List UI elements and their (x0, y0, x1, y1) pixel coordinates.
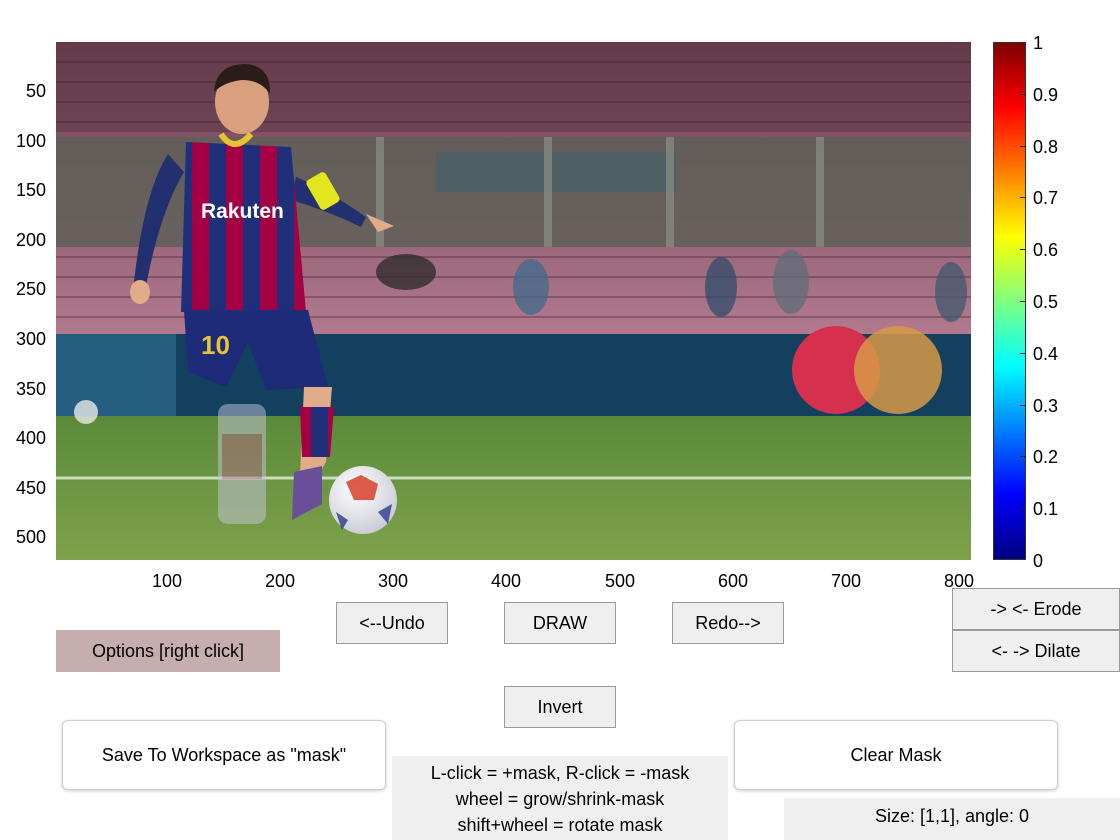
colorbar-tick (1020, 301, 1026, 302)
options-button[interactable]: Options [right click] (56, 630, 280, 672)
y-tick-label: 450 (15, 478, 46, 498)
colorbar-tick-label: 0 (1033, 551, 1044, 571)
x-tick-label: 200 (264, 571, 296, 591)
instructions-panel: L-click = +mask, R-click = -mask wheel =… (392, 756, 728, 840)
y-tick-label: 500 (15, 527, 46, 547)
x-tick-label: 300 (377, 571, 409, 591)
instruction-line: L-click = +mask, R-click = -mask (430, 763, 690, 783)
colorbar-tick-label: 0.2 (1033, 447, 1059, 467)
photo-canvas[interactable]: Rakuten 10 (56, 42, 971, 560)
y-tick-label: 300 (15, 329, 46, 349)
colorbar-tick-label: 1 (1033, 33, 1044, 53)
colorbar-tick (1020, 42, 1026, 43)
instruction-line: wheel = grow/shrink-mask (455, 789, 665, 809)
y-tick-label: 350 (15, 379, 46, 399)
colorbar-tick-label: 0.7 (1033, 188, 1059, 208)
y-tick-label: 200 (15, 230, 46, 250)
erode-button[interactable]: -> <- Erode (952, 588, 1120, 630)
x-tick-label: 400 (490, 571, 522, 591)
y-tick-label: 50 (25, 81, 46, 101)
colorbar-tick (1020, 94, 1026, 95)
pitch (56, 416, 971, 560)
colorbar-tick-label: 0.6 (1033, 240, 1059, 260)
y-tick-label: 100 (15, 131, 46, 151)
colorbar-tick-label: 0.8 (1033, 137, 1059, 157)
redo-button[interactable]: Redo--> (672, 602, 784, 644)
clear-mask-button[interactable]: Clear Mask (734, 720, 1058, 790)
y-tick-label: 400 (15, 428, 46, 448)
colorbar-tick (1020, 508, 1026, 509)
colorbar-tick (1020, 197, 1026, 198)
y-tick-label: 250 (15, 279, 46, 299)
colorbar-tick (1020, 405, 1026, 406)
mask-overlay (218, 404, 266, 524)
colorbar-tick-label: 0.1 (1033, 499, 1059, 519)
jersey-sponsor: Rakuten (201, 200, 284, 223)
y-tick-label: 150 (15, 180, 46, 200)
status-readout: Size: [1,1], angle: 0 (784, 798, 1120, 840)
instruction-line: shift+wheel = rotate mask (457, 815, 663, 835)
colorbar-tick (1020, 456, 1026, 457)
colorbar-tick-label: 0.5 (1033, 292, 1059, 312)
colorbar-tick (1020, 353, 1026, 354)
colorbar-tick-label: 0.4 (1033, 344, 1059, 364)
dilate-button[interactable]: <- -> Dilate (952, 630, 1120, 672)
save-to-workspace-button[interactable]: Save To Workspace as "mask" (62, 720, 386, 790)
colorbar-tick (1020, 146, 1026, 147)
x-tick-label: 500 (604, 571, 636, 591)
colorbar-tick-label: 0.3 (1033, 396, 1059, 416)
x-tick-label: 700 (830, 571, 862, 591)
draw-button[interactable]: DRAW (504, 602, 616, 644)
colorbar-tick (1020, 249, 1026, 250)
x-tick-label: 100 (151, 571, 183, 591)
invert-button[interactable]: Invert (504, 686, 616, 728)
x-tick-label: 600 (717, 571, 749, 591)
undo-button[interactable]: <--Undo (336, 602, 448, 644)
image-axes[interactable]: Rakuten 10 (56, 42, 971, 560)
colorbar-tick-label: 0.9 (1033, 85, 1059, 105)
jersey-number: 10 (201, 330, 230, 360)
